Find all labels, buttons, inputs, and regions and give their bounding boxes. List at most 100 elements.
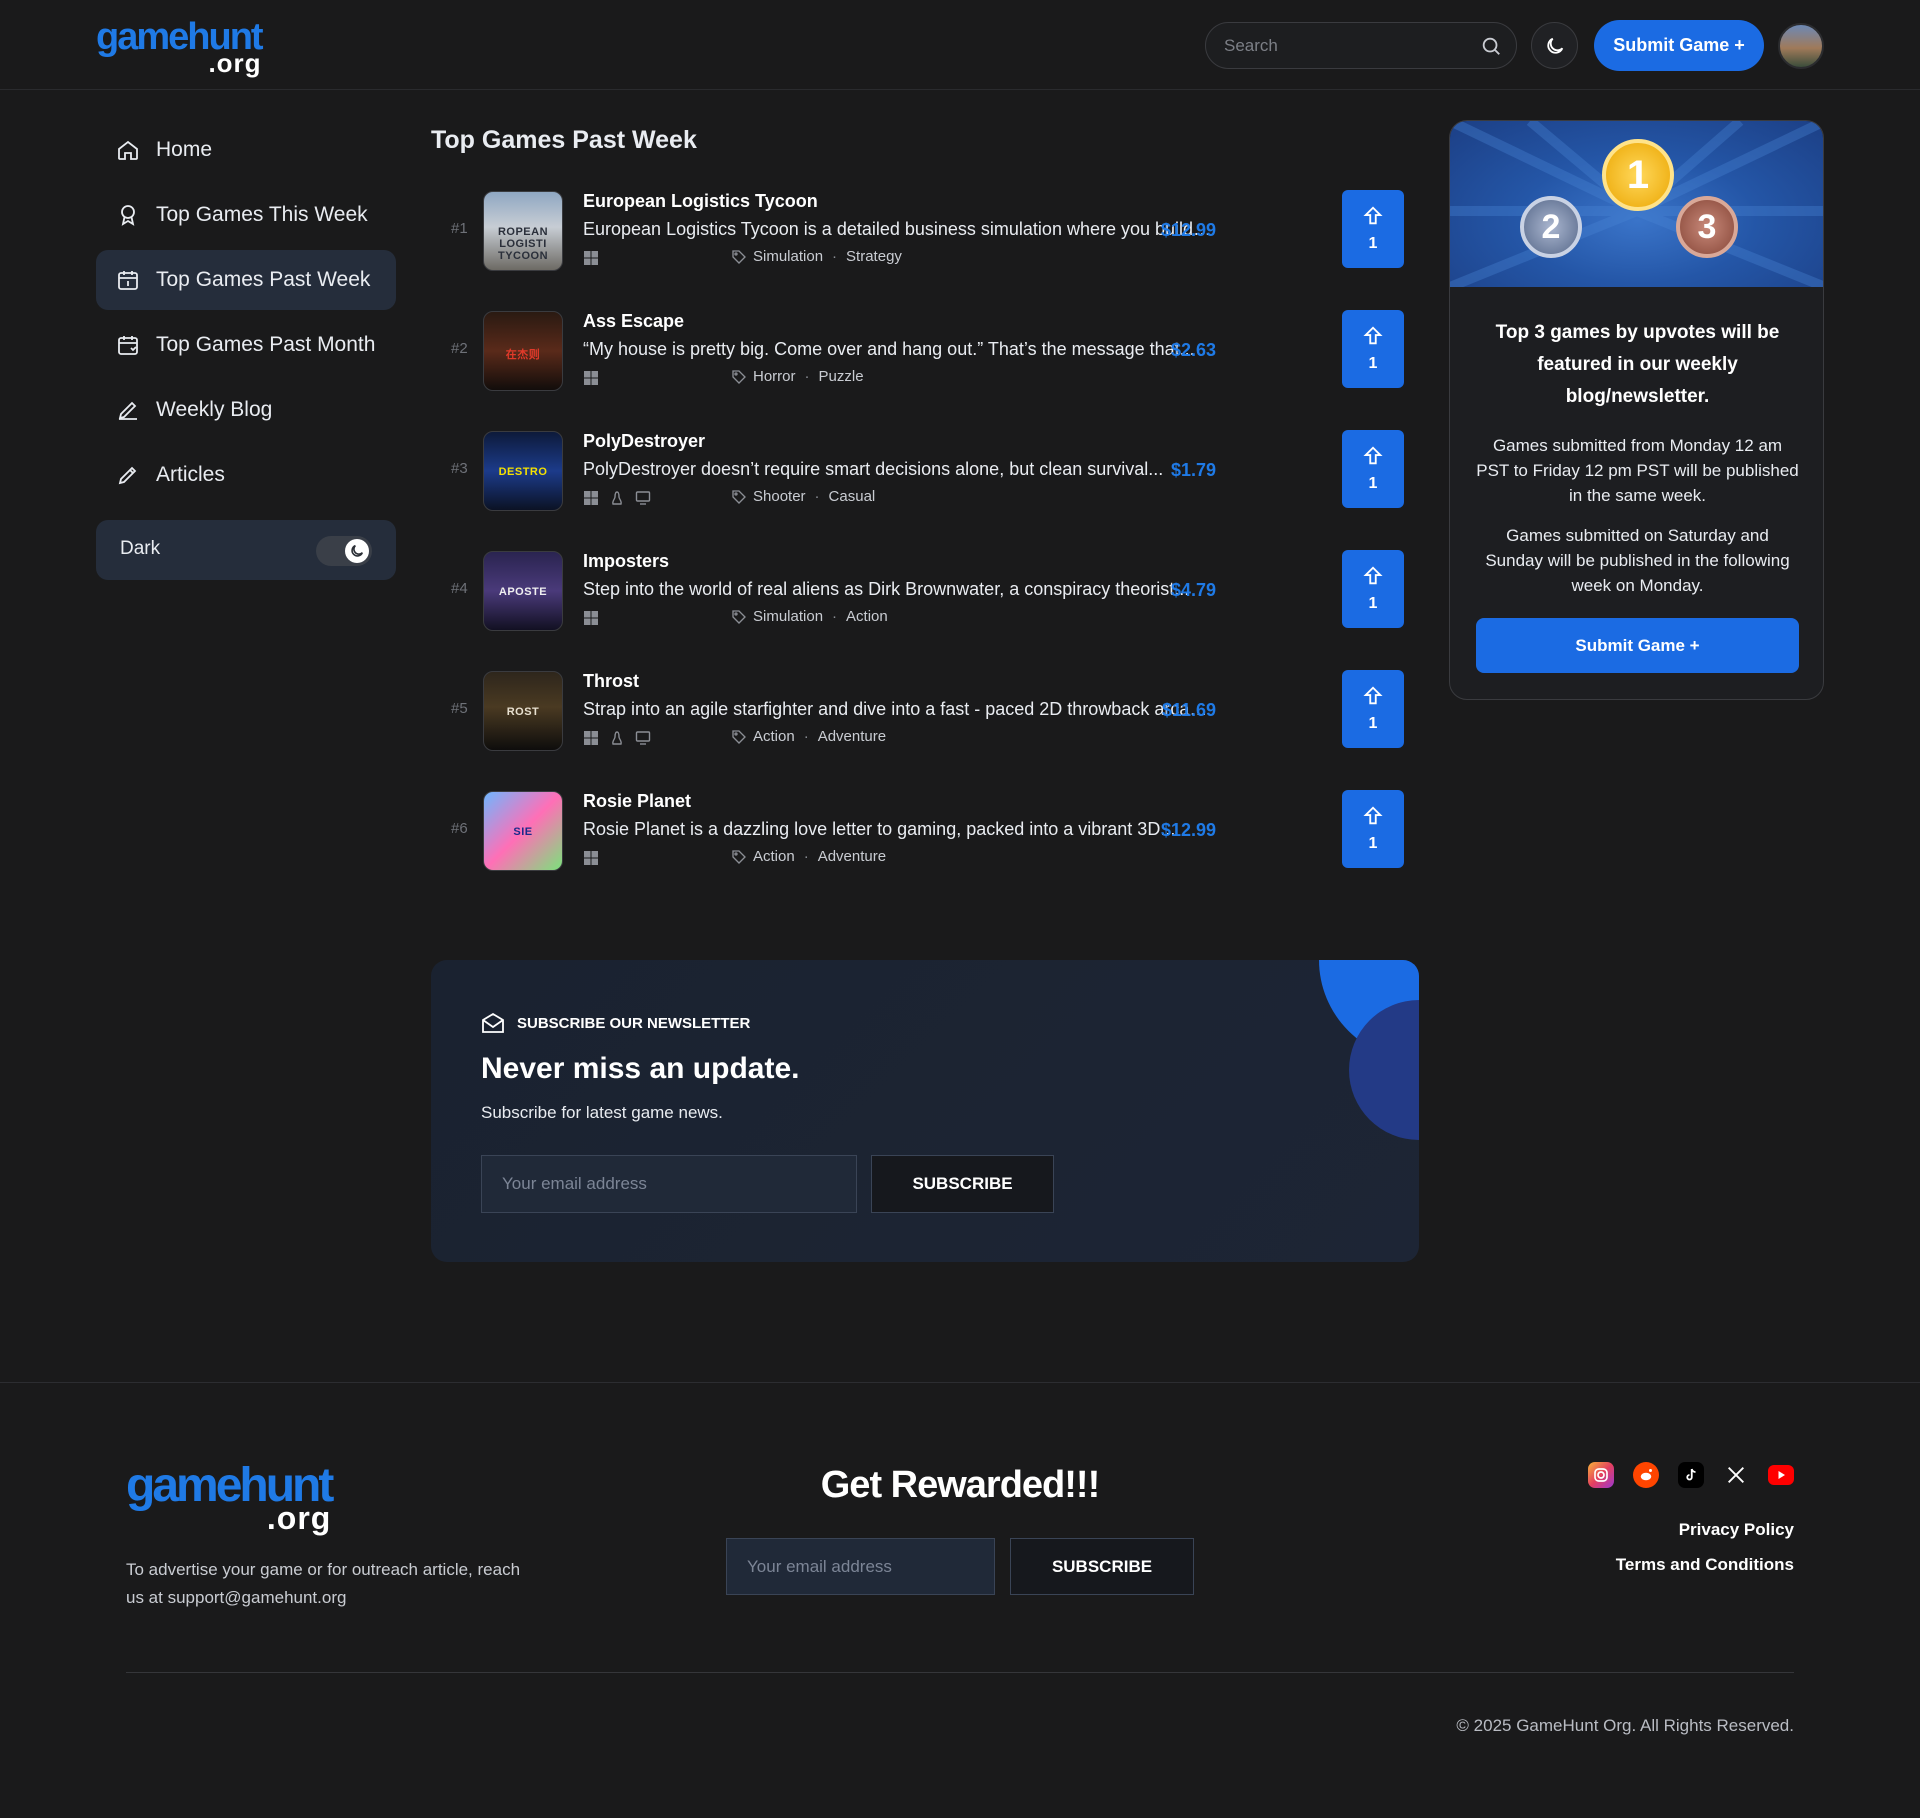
game-tag[interactable]: Simulation [753,248,823,265]
game-title[interactable]: Ass Escape [583,311,684,332]
game-row[interactable]: #6 SIE Rosie Planet Rosie Planet is a dazzl… [431,790,1411,872]
footer-subscribe-button[interactable]: SUBSCRIBE [1010,1538,1194,1595]
game-thumbnail[interactable]: ROPEAN LOGISTI TYCOON [483,191,563,271]
game-tag[interactable]: Simulation [753,608,823,625]
game-row[interactable]: #2 在杰则 Ass Escape “My house is pretty big. … [431,310,1411,392]
upvote-arrow-icon [1363,326,1383,345]
game-tag[interactable]: Adventure [818,848,886,865]
game-tag[interactable]: Horror [753,368,796,385]
upvote-button[interactable]: 1 [1342,430,1404,508]
sidebar-item-top-games-this-week[interactable]: Top Games This Week [96,185,396,245]
game-thumbnail[interactable]: APOSTE [483,551,563,631]
linux-icon [612,731,622,745]
game-tag[interactable]: Shooter [753,488,806,505]
thumbnail-title-text: 在杰则 [505,349,541,361]
sidebar-item-label: Top Games This Week [156,203,368,226]
newsletter-card: SUBSCRIBE OUR NEWSLETTER Never miss an u… [431,960,1419,1262]
mail-open-icon [482,1012,504,1033]
upvote-button[interactable]: 1 [1342,190,1404,268]
promo-text: Games submitted on Saturday and Sunday w… [1485,526,1790,595]
search-icon[interactable] [1480,35,1502,57]
page-title: Top Games Past Week [431,126,697,154]
game-tag[interactable]: Action [753,848,795,865]
upvote-button[interactable]: 1 [1342,550,1404,628]
sidebar-item-weekly-blog[interactable]: Weekly Blog [96,380,396,440]
dark-mode-toggle[interactable]: Dark [96,520,396,580]
tag-separator: · [832,608,838,625]
linux-icon [612,491,622,505]
youtube-icon[interactable] [1768,1465,1794,1485]
award-icon [121,205,135,226]
submit-game-button[interactable]: Submit Game + [1594,20,1764,71]
toggle-switch[interactable] [316,536,372,566]
game-title[interactable]: Imposters [583,551,669,572]
game-tag[interactable]: Action [753,728,795,745]
platform-icons [583,250,599,266]
tiktok-icon[interactable] [1678,1462,1704,1488]
game-row[interactable]: #1 ROPEAN LOGISTI TYCOON European Logistic… [431,190,1411,272]
upvote-button[interactable]: 1 [1342,790,1404,868]
sidebar-item-articles[interactable]: Articles [96,445,396,505]
site-logo[interactable]: gamehunt .org [96,18,264,76]
game-thumbnail[interactable]: ROST [483,671,563,751]
platform-icons [583,370,599,386]
pencil-icon [118,466,137,485]
sidebar-item-top-games-past-week[interactable]: Top Games Past Week [96,250,396,310]
reddit-icon[interactable] [1633,1462,1659,1488]
search-input[interactable] [1224,35,1474,57]
medal-number: 2 [1541,207,1561,246]
game-tag[interactable]: Casual [829,488,876,505]
tag-icon [732,729,746,744]
monitor-icon [635,491,651,505]
newsletter-text: Subscribe for latest game news. [481,1103,723,1122]
newsletter-eyebrow: SUBSCRIBE OUR NEWSLETTER [481,1012,750,1034]
theme-toggle-button[interactable] [1531,22,1578,69]
game-title[interactable]: PolyDestroyer [583,431,705,452]
windows-icon [584,491,598,505]
game-row[interactable]: #4 APOSTE Imposters Step into the world of … [431,550,1411,632]
upvote-count: 1 [1368,715,1378,732]
game-title[interactable]: Throst [583,671,639,692]
game-thumbnail[interactable]: 在杰则 [483,311,563,391]
footer-email-input[interactable] [726,1538,995,1595]
game-thumbnail[interactable]: DESTRO [483,431,563,511]
newsletter-email-input[interactable] [481,1155,857,1213]
game-thumbnail[interactable]: SIE [483,791,563,871]
game-row[interactable]: #3 DESTRO PolyDestroyer PolyDestroyer doesn… [431,430,1411,512]
promo-submit-button[interactable]: Submit Game + [1476,618,1799,673]
game-tags: Shooter · Casual [731,488,875,505]
newsletter-eyebrow-text: SUBSCRIBE OUR NEWSLETTER [517,1014,751,1032]
top-header: gamehunt .org Submit Game + [0,0,1920,90]
promo-heading: Top 3 games by upvotes will be featured … [1495,322,1780,407]
platform-icons [583,850,599,866]
x-icon[interactable] [1723,1462,1749,1488]
game-row[interactable]: #5 ROST Throst Strap into an agile starfigh… [431,670,1411,752]
instagram-icon[interactable] [1588,1462,1614,1488]
game-title[interactable]: Rosie Planet [583,791,691,812]
sidebar-item-label: Top Games Past Month [156,333,376,356]
game-tag[interactable]: Puzzle [819,368,864,385]
upvote-button[interactable]: 1 [1342,310,1404,388]
game-price: $11.69 [1161,700,1216,720]
platform-icons [583,730,651,746]
game-title[interactable]: European Logistics Tycoon [583,191,818,212]
thumbnail-title-text: APOSTE [498,586,548,598]
upvote-count: 1 [1368,355,1378,372]
game-tag[interactable]: Action [846,608,888,625]
sidebar-item-label: Articles [156,463,225,486]
upvote-arrow-icon [1363,206,1383,225]
avatar[interactable] [1778,23,1824,69]
game-tags: Simulation · Strategy [731,248,902,265]
search-box[interactable] [1205,22,1517,69]
terms-link[interactable]: Terms and Conditions [1616,1555,1794,1575]
game-tag[interactable]: Strategy [846,248,902,265]
upvote-button[interactable]: 1 [1342,670,1404,748]
game-description: Step into the world of real aliens as Di… [583,579,1190,599]
tag-icon [732,609,746,624]
game-tags: Action · Adventure [731,728,886,745]
newsletter-subscribe-button[interactable]: SUBSCRIBE [871,1155,1054,1213]
privacy-policy-link[interactable]: Privacy Policy [1679,1520,1794,1540]
sidebar-item-home[interactable]: Home [96,120,396,180]
sidebar-item-top-games-past-month[interactable]: Top Games Past Month [96,315,396,375]
game-tag[interactable]: Adventure [818,728,886,745]
